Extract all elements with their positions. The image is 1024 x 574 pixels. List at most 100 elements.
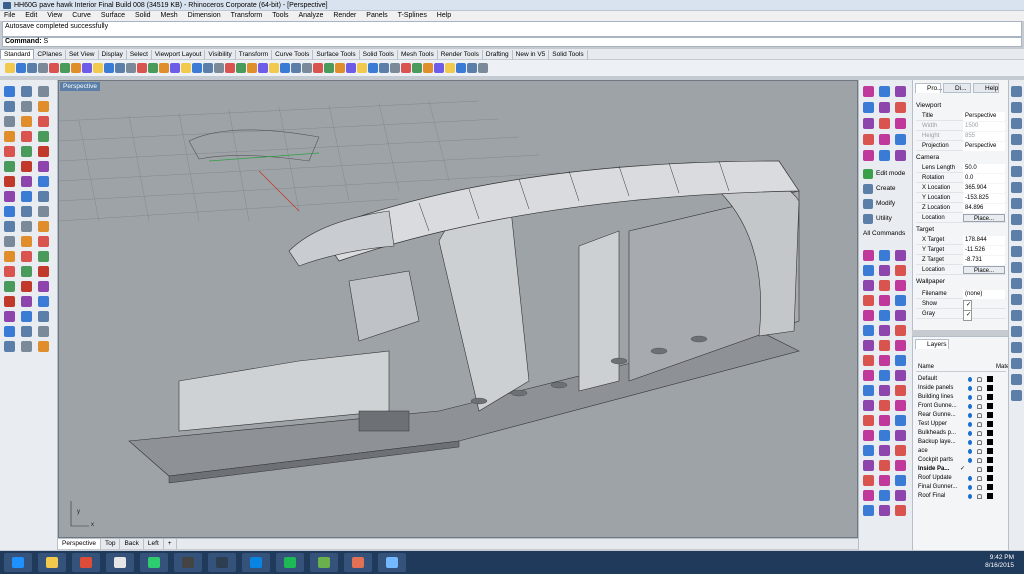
camera-place-button[interactable]: Place... bbox=[963, 214, 1005, 222]
menu-edit[interactable]: Edit bbox=[21, 11, 41, 21]
toolbar-tool-icon[interactable] bbox=[346, 63, 356, 73]
tspline-tool-icon[interactable] bbox=[863, 490, 874, 501]
tspline-tool-icon[interactable] bbox=[863, 445, 874, 456]
tab-drafting[interactable]: Drafting bbox=[483, 50, 513, 60]
tab-select[interactable]: Select bbox=[127, 50, 152, 60]
visibility-bulb-icon[interactable] bbox=[968, 413, 972, 418]
tspline-tool-icon[interactable] bbox=[863, 102, 874, 113]
tspline-tool-icon[interactable] bbox=[863, 280, 874, 291]
taskbar-app[interactable] bbox=[72, 553, 100, 572]
toolbar-tool-icon[interactable] bbox=[115, 63, 125, 73]
toolbar-tool-icon[interactable] bbox=[390, 63, 400, 73]
tab-cplanes[interactable]: CPlanes bbox=[34, 50, 66, 60]
tspline-tool-icon[interactable] bbox=[895, 280, 906, 291]
modeling-tool-icon[interactable] bbox=[4, 296, 15, 307]
command-input[interactable]: S bbox=[44, 38, 49, 45]
modeling-tool-icon[interactable] bbox=[38, 86, 49, 97]
tspline-tool-icon[interactable] bbox=[895, 415, 906, 426]
toolbar-tool-icon[interactable] bbox=[280, 63, 290, 73]
tspline-tool-icon[interactable] bbox=[879, 400, 890, 411]
side-tool-icon[interactable] bbox=[1011, 358, 1022, 369]
toolbar-tool-icon[interactable] bbox=[269, 63, 279, 73]
tspline-tool-icon[interactable] bbox=[863, 118, 874, 129]
modeling-tool-icon[interactable] bbox=[38, 101, 49, 112]
layer-color-swatch[interactable] bbox=[987, 457, 993, 463]
modeling-tool-icon[interactable] bbox=[38, 116, 49, 127]
tab-display[interactable]: Display bbox=[99, 50, 127, 60]
gray-checkbox[interactable]: ✓ bbox=[963, 310, 972, 321]
side-tool-icon[interactable] bbox=[1011, 166, 1022, 177]
menu-render[interactable]: Render bbox=[329, 11, 360, 21]
layer-row[interactable]: Inside panels bbox=[916, 384, 1006, 393]
modeling-tool-icon[interactable] bbox=[21, 206, 32, 217]
taskbar-app[interactable] bbox=[106, 553, 134, 572]
toolbar-tool-icon[interactable] bbox=[104, 63, 114, 73]
tspline-tool-icon[interactable] bbox=[895, 250, 906, 261]
layer-color-swatch[interactable] bbox=[987, 421, 993, 427]
toolbar-tool-icon[interactable] bbox=[71, 63, 81, 73]
toolbar-tool-icon[interactable] bbox=[60, 63, 70, 73]
toolbar-tool-icon[interactable] bbox=[291, 63, 301, 73]
layer-row[interactable]: Roof Update bbox=[916, 474, 1006, 483]
modeling-tool-icon[interactable] bbox=[38, 281, 49, 292]
tspline-tool-icon[interactable] bbox=[863, 505, 874, 516]
taskbar-app[interactable] bbox=[140, 553, 168, 572]
tspline-tool-icon[interactable] bbox=[863, 325, 874, 336]
layer-row[interactable]: Final Gunner... bbox=[916, 483, 1006, 492]
tspline-tool-icon[interactable] bbox=[895, 370, 906, 381]
toolbar-tool-icon[interactable] bbox=[412, 63, 422, 73]
side-tool-icon[interactable] bbox=[1011, 230, 1022, 241]
taskbar-app[interactable] bbox=[310, 553, 338, 572]
modeling-tool-icon[interactable] bbox=[38, 341, 49, 352]
tspline-tool-icon[interactable] bbox=[863, 250, 874, 261]
layer-color-swatch[interactable] bbox=[987, 394, 993, 400]
toolbar-tool-icon[interactable] bbox=[357, 63, 367, 73]
tspline-tool-icon[interactable] bbox=[879, 415, 890, 426]
tspline-tool-icon[interactable] bbox=[895, 295, 906, 306]
modeling-tool-icon[interactable] bbox=[21, 101, 32, 112]
visibility-bulb-icon[interactable] bbox=[968, 377, 972, 382]
taskbar-app[interactable] bbox=[4, 553, 32, 572]
modeling-tool-icon[interactable] bbox=[21, 86, 32, 97]
modeling-tool-icon[interactable] bbox=[38, 146, 49, 157]
lock-icon[interactable] bbox=[977, 395, 982, 400]
toolbar-tool-icon[interactable] bbox=[258, 63, 268, 73]
tspline-tool-icon[interactable] bbox=[879, 295, 890, 306]
modeling-tool-icon[interactable] bbox=[38, 251, 49, 262]
menu-file[interactable]: File bbox=[0, 11, 19, 21]
target-place-button[interactable]: Place... bbox=[963, 266, 1005, 274]
modeling-tool-icon[interactable] bbox=[4, 131, 15, 142]
layer-color-swatch[interactable] bbox=[987, 448, 993, 454]
modeling-tool-icon[interactable] bbox=[4, 311, 15, 322]
tspline-tool-icon[interactable] bbox=[879, 370, 890, 381]
modeling-tool-icon[interactable] bbox=[21, 251, 32, 262]
prop-lens-value[interactable]: 50.0 bbox=[963, 164, 1005, 173]
toolbar-tool-icon[interactable] bbox=[236, 63, 246, 73]
tspline-tool-icon[interactable] bbox=[879, 118, 890, 129]
layer-row[interactable]: Building lines bbox=[916, 393, 1006, 402]
toolbar-tool-icon[interactable] bbox=[5, 63, 15, 73]
toolbar-tool-icon[interactable] bbox=[159, 63, 169, 73]
tspline-tool-icon[interactable] bbox=[863, 400, 874, 411]
modeling-tool-icon[interactable] bbox=[4, 86, 15, 97]
modeling-tool-icon[interactable] bbox=[38, 176, 49, 187]
tspline-tool-icon[interactable] bbox=[863, 340, 874, 351]
toolbar-tool-icon[interactable] bbox=[423, 63, 433, 73]
modeling-tool-icon[interactable] bbox=[38, 206, 49, 217]
tspline-tool-icon[interactable] bbox=[863, 415, 874, 426]
modeling-tool-icon[interactable] bbox=[38, 266, 49, 277]
modeling-tool-icon[interactable] bbox=[38, 131, 49, 142]
menu-surface[interactable]: Surface bbox=[97, 11, 129, 21]
tspline-tool-icon[interactable] bbox=[863, 310, 874, 321]
tspline-tool-icon[interactable] bbox=[863, 134, 874, 145]
modify-button[interactable]: Modify bbox=[863, 198, 895, 210]
modeling-tool-icon[interactable] bbox=[38, 191, 49, 202]
tspline-tool-icon[interactable] bbox=[879, 475, 890, 486]
modeling-tool-icon[interactable] bbox=[21, 266, 32, 277]
tspline-tool-icon[interactable] bbox=[879, 445, 890, 456]
tspline-tool-icon[interactable] bbox=[879, 340, 890, 351]
side-tool-icon[interactable] bbox=[1011, 86, 1022, 97]
lock-icon[interactable] bbox=[977, 476, 982, 481]
modeling-tool-icon[interactable] bbox=[4, 161, 15, 172]
visibility-bulb-icon[interactable] bbox=[968, 404, 972, 409]
